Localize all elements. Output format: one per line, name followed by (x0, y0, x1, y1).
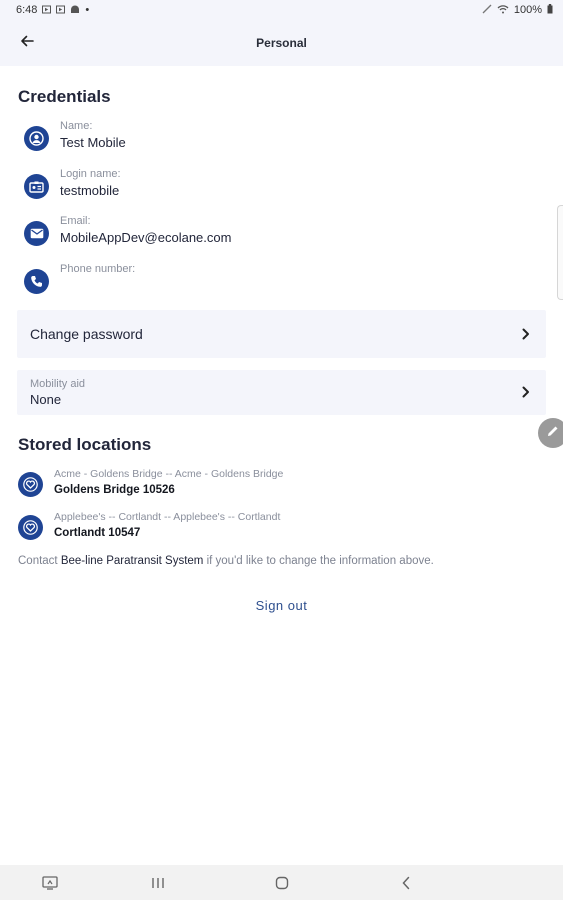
back-nav-icon[interactable] (396, 873, 416, 893)
chevron-right-icon (520, 385, 532, 399)
location-subtitle: Applebee's -- Cortlandt -- Applebee's --… (54, 511, 281, 523)
mobility-aid-label: Mobility aid (30, 378, 86, 390)
name-value: Test Mobile (60, 135, 126, 150)
edit-button[interactable] (538, 418, 563, 448)
battery-icon (547, 4, 553, 16)
email-label: Email: (60, 215, 91, 227)
mobility-aid-button[interactable]: Mobility aid None (17, 370, 546, 415)
credentials-heading: Credentials (18, 87, 111, 106)
contact-note: Contact Bee-line Paratransit System if y… (18, 555, 434, 567)
edge-panel-handle[interactable] (557, 205, 563, 300)
heart-icon (18, 472, 43, 497)
heart-icon (18, 515, 43, 540)
play-notification-icon (56, 5, 66, 16)
credential-name: Name: Test Mobile (22, 120, 442, 160)
recent-apps-icon[interactable] (148, 873, 168, 893)
stored-locations-heading: Stored locations (18, 435, 152, 454)
wifi-icon (497, 4, 509, 16)
email-value: MobileAppDev@ecolane.com (60, 230, 232, 245)
contact-organization: Bee-line Paratransit System (60, 555, 204, 567)
battery-percent: 100% (513, 4, 542, 16)
pencil-icon (546, 424, 560, 443)
contact-suffix: if you'd like to change the information … (206, 555, 434, 567)
login-name-value: testmobile (60, 183, 120, 198)
name-label: Name: (60, 120, 93, 132)
page-title: Personal (256, 36, 307, 50)
status-bar: 6:48 • 100% (0, 0, 563, 20)
stored-location-item[interactable]: Applebee's -- Cortlandt -- Applebee's --… (18, 511, 538, 547)
credential-login-name: Login name: testmobile (22, 168, 442, 208)
mobility-aid-value: None (30, 392, 62, 407)
status-time: 6:48 (16, 4, 38, 16)
change-password-label: Change password (30, 326, 143, 342)
status-right: 100% (482, 4, 553, 16)
screenshot-icon[interactable] (40, 873, 60, 893)
location-title: Goldens Bridge 10526 (54, 484, 175, 496)
login-name-label: Login name: (60, 168, 121, 180)
stored-location-item[interactable]: Acme - Goldens Bridge -- Acme - Goldens … (18, 468, 538, 504)
mute-icon (482, 4, 492, 16)
change-password-button[interactable]: Change password (17, 310, 546, 358)
location-title: Cortlandt 10547 (54, 527, 141, 539)
chevron-right-icon (520, 327, 532, 341)
status-left: 6:48 • (16, 4, 89, 16)
mail-icon (24, 221, 49, 246)
credential-phone: Phone number: (22, 263, 442, 303)
home-icon[interactable] (272, 873, 292, 893)
phone-icon (24, 269, 49, 294)
contact-prefix: Contact (18, 555, 58, 567)
id-card-icon (24, 174, 49, 199)
credential-email: Email: MobileAppDev@ecolane.com (22, 215, 442, 255)
system-navigation-bar (0, 865, 563, 900)
sign-out-link[interactable]: Sign out (0, 598, 563, 613)
person-icon (24, 126, 49, 151)
status-dot: • (85, 4, 90, 16)
location-subtitle: Acme - Goldens Bridge -- Acme - Goldens … (54, 468, 284, 480)
play-notification-icon (42, 5, 52, 16)
app-bar: Personal (0, 20, 563, 66)
phone-label: Phone number: (60, 263, 136, 275)
android-icon (70, 5, 80, 16)
